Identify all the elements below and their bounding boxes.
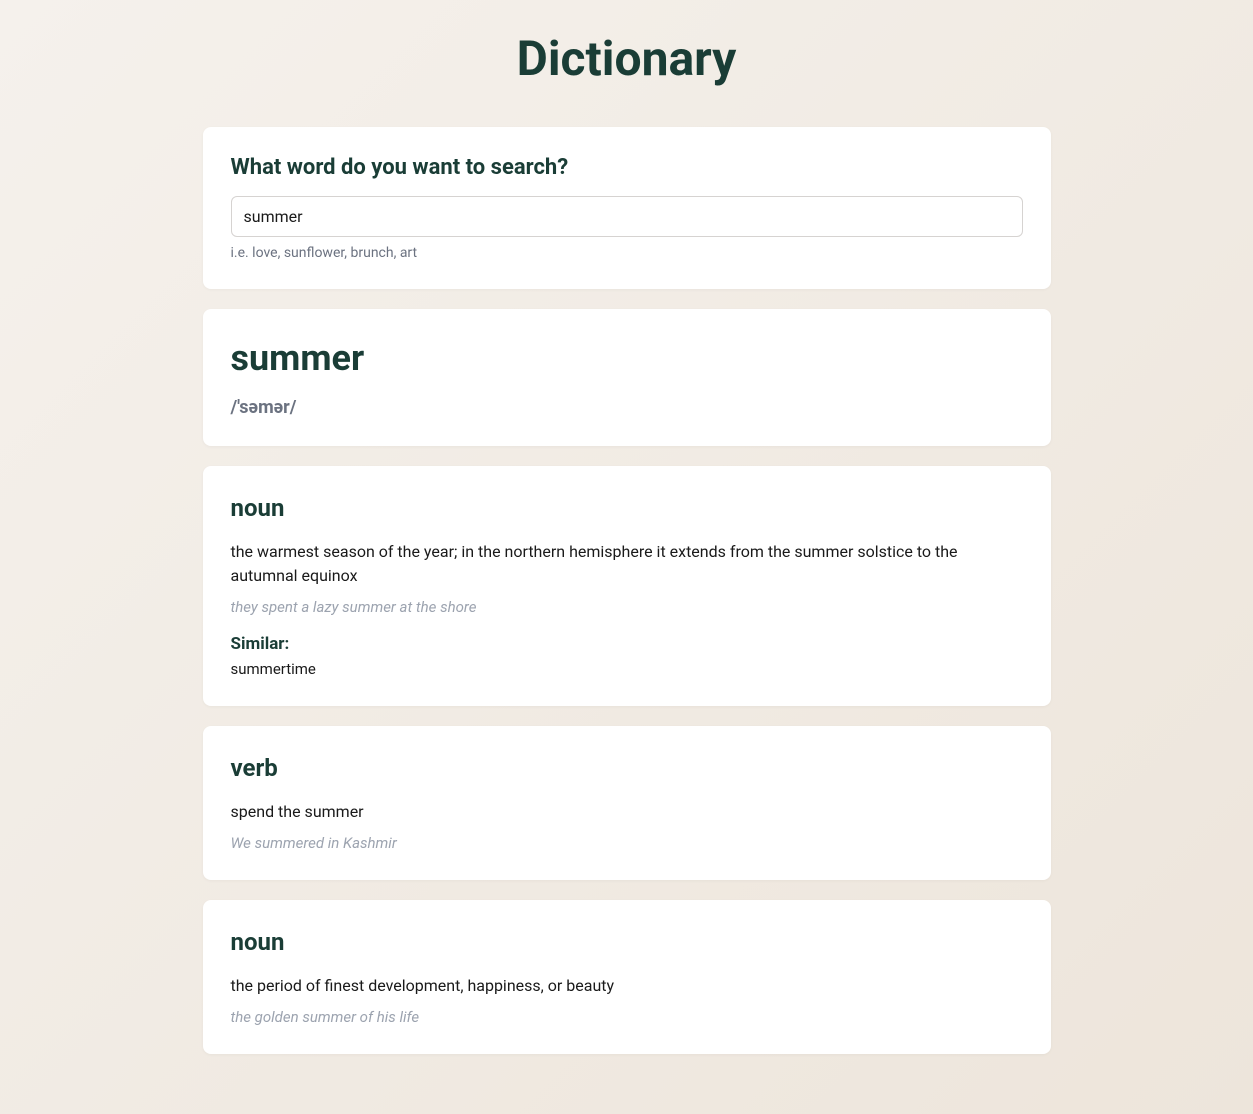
similar-text: summertime: [231, 660, 1023, 678]
definition-card: noun the period of finest development, h…: [203, 900, 1051, 1054]
word-header-card: summer /'səmər/: [203, 309, 1051, 446]
search-input[interactable]: [231, 196, 1023, 237]
definition-card: noun the warmest season of the year; in …: [203, 466, 1051, 706]
example-text: the golden summer of his life: [231, 1008, 1023, 1026]
definition-card: verb spend the summer We summered in Kas…: [203, 726, 1051, 880]
example-text: they spent a lazy summer at the shore: [231, 598, 1023, 616]
part-of-speech: noun: [231, 928, 1023, 956]
definition-text: the period of finest development, happin…: [231, 974, 1023, 998]
page-title: Dictionary: [203, 30, 1051, 87]
phonetic-text: /'səmər/: [231, 397, 1023, 418]
definition-text: spend the summer: [231, 800, 1023, 824]
similar-heading: Similar:: [231, 634, 1023, 654]
example-text: We summered in Kashmir: [231, 834, 1023, 852]
definition-text: the warmest season of the year; in the n…: [231, 540, 1023, 588]
part-of-speech: noun: [231, 494, 1023, 522]
part-of-speech: verb: [231, 754, 1023, 782]
search-heading: What word do you want to search?: [231, 155, 1023, 180]
search-card: What word do you want to search? i.e. lo…: [203, 127, 1051, 289]
search-hint: i.e. love, sunflower, brunch, art: [231, 245, 1023, 261]
word-title: summer: [231, 337, 1023, 379]
